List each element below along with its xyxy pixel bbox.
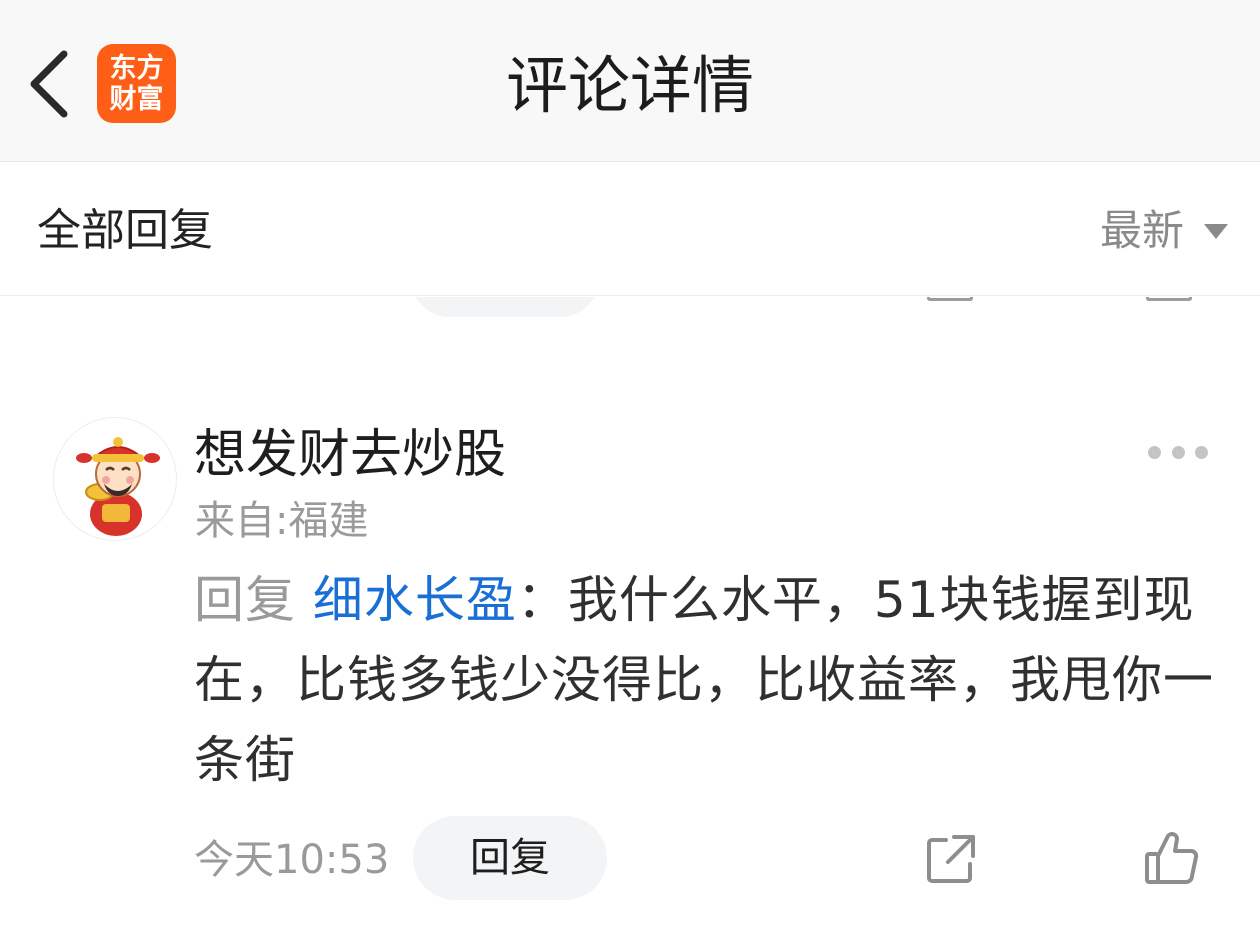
like-button[interactable] [1144, 830, 1200, 886]
top-navbar: 东方 财富 评论详情 [0, 0, 1260, 162]
avatar[interactable] [53, 417, 177, 541]
replies-sortbar: 全部回复 最新 [0, 163, 1260, 296]
logo-text-line1: 东方 [109, 52, 164, 84]
app-logo[interactable]: 东方 财富 [97, 44, 176, 123]
sort-selected-label: 最新 [1099, 206, 1184, 255]
more-dots-icon [1148, 445, 1161, 459]
comment-timestamp: 今天10:53 [194, 837, 390, 883]
comment-item: 想发财去炒股 来自:福建 回复 细水长盈：我什么水平，51块钱握到现在，比钱多钱… [0, 400, 1260, 930]
sort-dropdown[interactable]: 最新 [1100, 203, 1228, 259]
previous-reply-button[interactable] [410, 297, 600, 317]
thumbs-up-icon [1145, 832, 1199, 884]
more-dots-icon [1195, 445, 1208, 459]
logo-text-line2: 财富 [109, 83, 164, 115]
previous-like-icon[interactable] [1146, 297, 1192, 301]
reply-prefix: 回复 [194, 571, 296, 629]
comment-username[interactable]: 想发财去炒股 [194, 423, 506, 487]
previous-comment-remnant [0, 297, 1260, 327]
share-button[interactable] [924, 832, 978, 886]
more-options-button[interactable] [1148, 444, 1208, 460]
comment-body: 回复 细水长盈：我什么水平，51块钱握到现在，比钱多钱少没得比，比收益率，我甩你… [194, 560, 1214, 800]
back-button[interactable] [22, 46, 78, 122]
reply-separator: ： [516, 571, 568, 629]
page-title: 评论详情 [505, 49, 754, 122]
share-icon [927, 835, 975, 883]
god-of-wealth-avatar-icon [76, 437, 160, 536]
reply-button[interactable]: 回复 [413, 816, 607, 900]
reply-target-link[interactable]: 细水长盈 [313, 571, 517, 629]
comment-location: 来自:福建 [195, 498, 369, 544]
more-dots-icon [1171, 445, 1185, 459]
chevron-left-icon [30, 50, 68, 118]
caret-down-icon [1204, 223, 1228, 239]
previous-share-icon[interactable] [927, 297, 973, 301]
all-replies-label: 全部回复 [37, 205, 213, 256]
